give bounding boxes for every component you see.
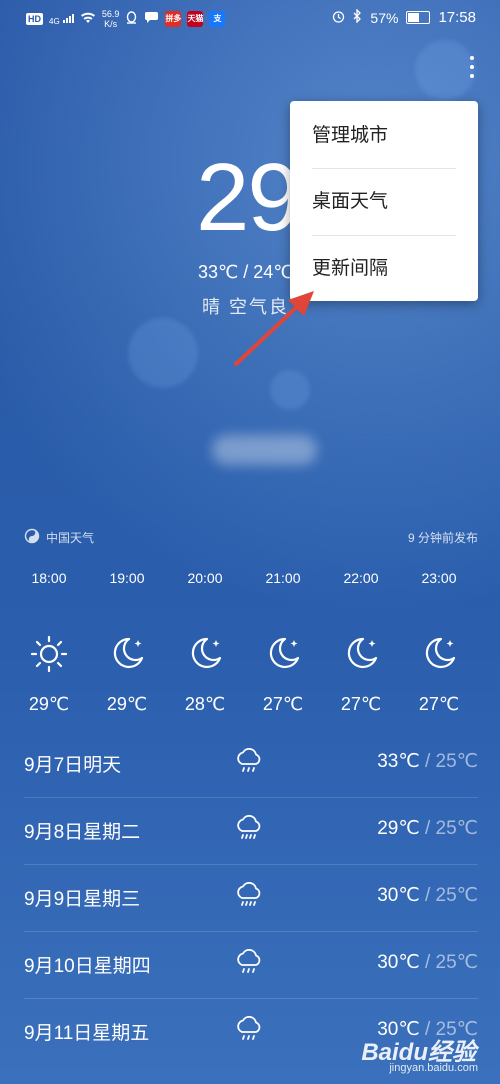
day-label: 9月10日星期四: [24, 956, 151, 977]
status-bar: HD 4G 56.9 K/s 拼多 天猫 支 57% 17:58: [0, 0, 500, 36]
rain-icon: [234, 882, 264, 915]
blurred-location: [212, 435, 317, 465]
hour-time: 20:00: [187, 570, 223, 586]
message-icon: [144, 11, 159, 27]
rain-icon: [234, 1016, 264, 1049]
hour-time: 19:00: [109, 570, 145, 586]
hour-temperature: 28℃: [184, 694, 226, 714]
publish-time: 9 分钟前发布: [407, 531, 478, 545]
moon-icon: [322, 634, 400, 679]
pinduoduo-app-icon: 拼多: [165, 11, 182, 27]
day-label: 9月9日星期三: [24, 889, 141, 910]
day-temperature: 33℃ / 25℃: [377, 751, 478, 772]
menu-item-desktop-weather[interactable]: 桌面天气: [290, 169, 478, 235]
background-bubble: [415, 40, 475, 100]
rain-icon: [234, 949, 264, 982]
dot-icon: [470, 56, 474, 60]
day-label: 9月8日星期二: [24, 822, 141, 843]
hour-temperature: 27℃: [262, 694, 304, 714]
day-label: 9月7日明天: [24, 755, 122, 776]
list-item[interactable]: 9月8日星期二 29℃ / 25℃: [24, 797, 478, 865]
moon-icon: [166, 634, 244, 679]
list-item[interactable]: 9月7日明天 33℃ / 25℃: [24, 730, 478, 798]
tmall-app-icon: 天猫: [187, 11, 204, 27]
source-row: 中国天气 9 分钟前发布: [24, 528, 478, 547]
alarm-icon: [332, 10, 345, 26]
bluetooth-icon: [353, 8, 362, 26]
annotation-arrow-icon: [234, 291, 314, 366]
watermark-url: jingyan.baidu.com: [389, 1062, 478, 1074]
dot-icon: [470, 65, 474, 69]
day-label: 9月11日星期五: [24, 1023, 150, 1044]
background-bubble: [128, 318, 198, 388]
hour-temperature: 29℃: [106, 694, 148, 714]
qq-icon: [125, 10, 138, 28]
battery-percent: 57%: [370, 9, 399, 26]
list-item[interactable]: 9月10日星期四 30℃ / 25℃: [24, 931, 478, 999]
hd-badge: HD: [26, 13, 43, 25]
current-temperature: 29: [196, 144, 301, 251]
wifi-icon: [80, 12, 96, 27]
source-name: 中国天气: [46, 531, 95, 545]
moon-icon: [400, 634, 478, 679]
china-weather-logo-icon: [24, 528, 40, 547]
temperature-range: 33℃ / 24℃: [198, 262, 294, 282]
dot-icon: [470, 74, 474, 78]
battery-icon: [406, 11, 431, 24]
alipay-app-icon: 支: [209, 11, 226, 27]
signal-icon: 4G: [49, 13, 74, 26]
sun-icon: [10, 634, 88, 679]
day-temperature: 30℃ / 25℃: [377, 885, 478, 906]
moon-icon: [88, 634, 166, 679]
rain-icon: [234, 748, 264, 781]
hour-time: 23:00: [421, 570, 457, 586]
hour-time: 18:00: [31, 570, 67, 586]
day-temperature: 29℃ / 25℃: [377, 818, 478, 839]
hour-time: 21:00: [265, 570, 301, 586]
hour-temperature: 27℃: [418, 694, 460, 714]
day-temperature: 30℃ / 25℃: [377, 952, 478, 973]
moon-icon: [244, 634, 322, 679]
hour-time: 22:00: [343, 570, 379, 586]
clock: 17:58: [438, 9, 476, 26]
more-options-button[interactable]: [468, 56, 476, 82]
options-menu: 管理城市 桌面天气 更新间隔: [290, 101, 478, 301]
menu-item-manage-cities[interactable]: 管理城市: [290, 103, 478, 169]
list-item[interactable]: 9月9日星期三 30℃ / 25℃: [24, 864, 478, 932]
network-label: 4G: [49, 16, 60, 26]
hour-temperature: 29℃: [28, 694, 70, 714]
rain-icon: [234, 815, 264, 848]
network-speed: 56.9 K/s: [101, 9, 120, 29]
hour-temperature: 27℃: [340, 694, 382, 714]
